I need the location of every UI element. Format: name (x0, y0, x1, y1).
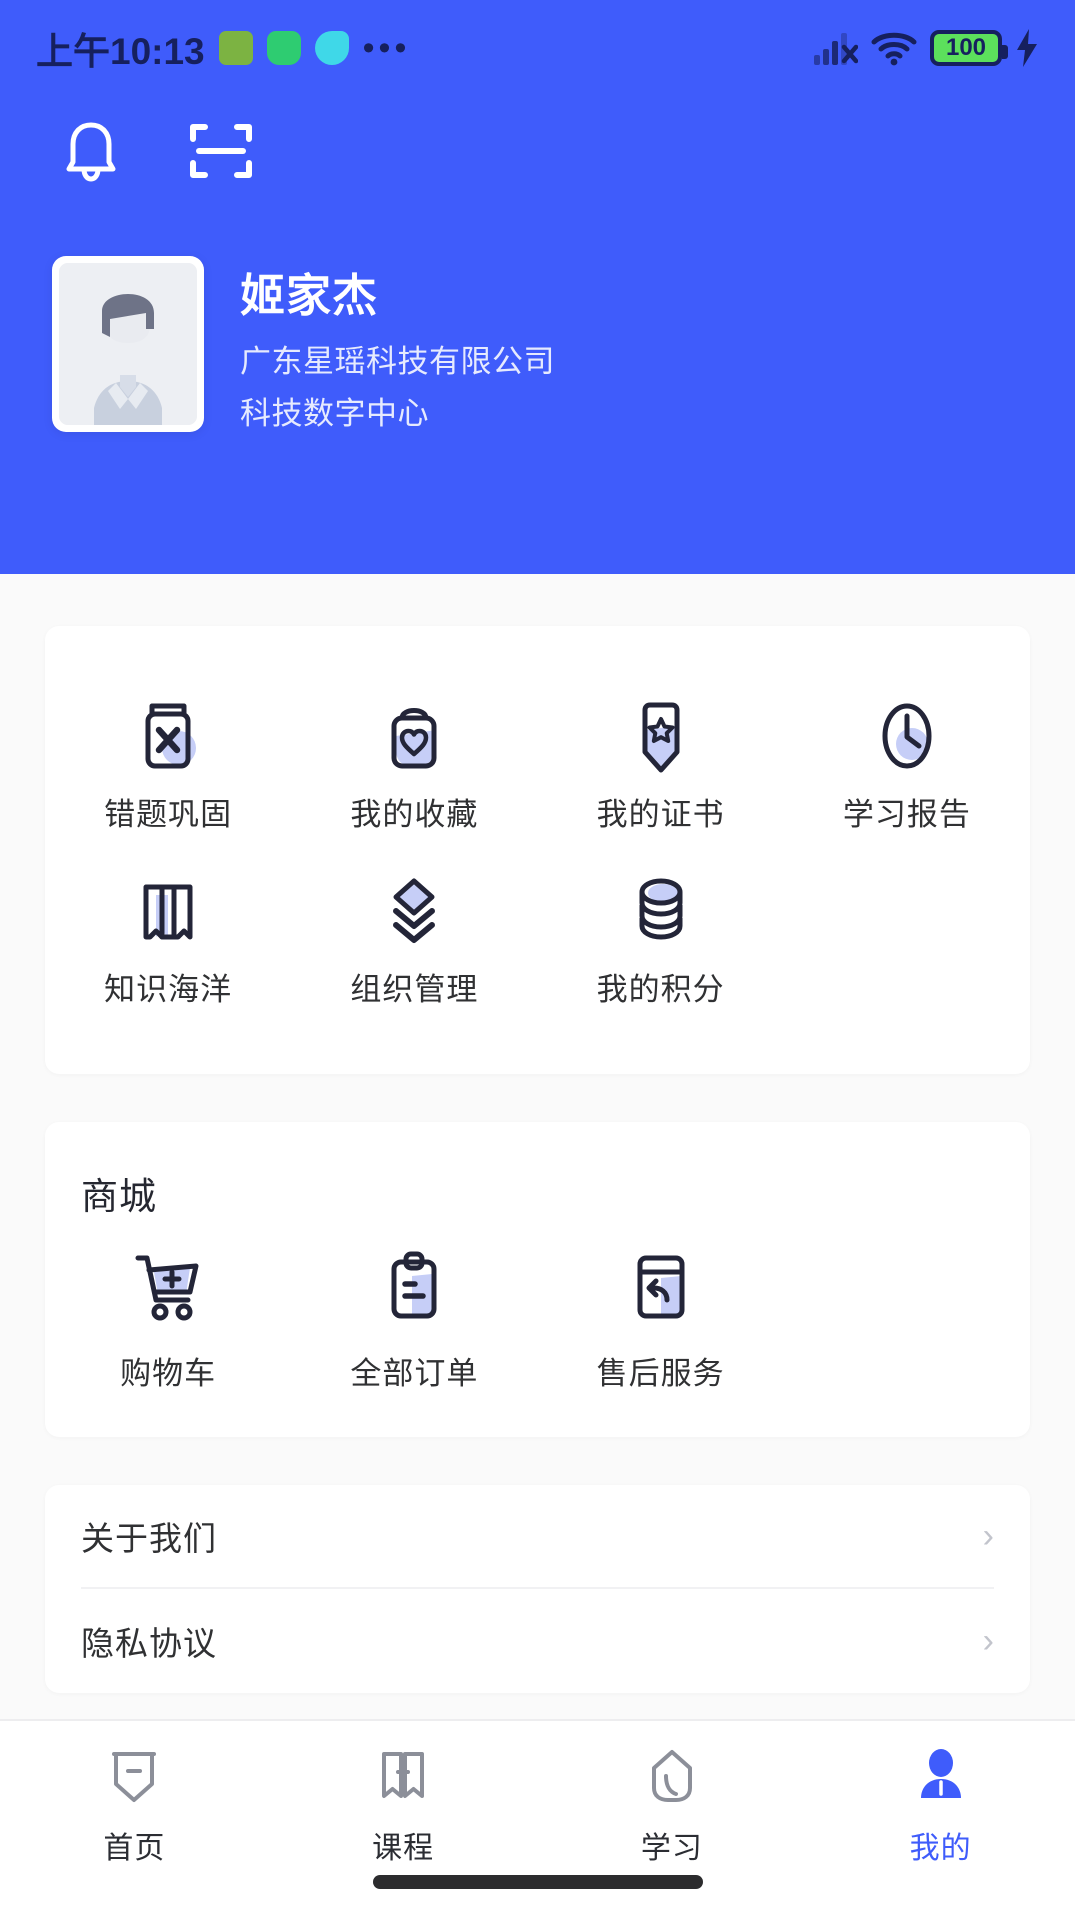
grid-label: 我的积分 (596, 972, 725, 1008)
profile-person-tab-icon (913, 1745, 969, 1807)
home-tab-icon (106, 1745, 162, 1807)
clock-report-icon (871, 696, 943, 774)
scan-qr-icon (190, 124, 252, 178)
scan-qr-button[interactable] (182, 112, 260, 190)
list-item-label: 隐私协议 (81, 1625, 217, 1663)
tab-label: 我的 (909, 1832, 972, 1865)
profile-company: 广东星瑶科技有限公司 (240, 344, 555, 380)
tab-profile[interactable]: 我的 (806, 1745, 1075, 1867)
shop-card: 商城 购物车 全部订单 售后服务 (45, 1122, 1030, 1438)
shop-item-cart[interactable]: 购物车 (45, 1248, 291, 1393)
grid-item-study-report[interactable]: 学习报告 (784, 678, 1030, 853)
shop-section-title: 商城 (81, 1176, 157, 1218)
default-user-avatar-icon (59, 263, 197, 425)
chevron-right-icon: › (982, 1622, 994, 1661)
profile-department: 科技数字中心 (240, 396, 429, 432)
study-tab-icon (644, 1745, 700, 1807)
profile-name: 姬家杰 (240, 270, 379, 321)
avatar[interactable] (52, 256, 204, 432)
coins-stack-icon (625, 871, 697, 949)
status-bar: 上午10:13 ••• 100 (0, 0, 1075, 96)
grid-item-knowledge-ocean[interactable]: 知识海洋 (45, 853, 291, 1028)
layers-org-icon (378, 871, 450, 949)
profile-block[interactable]: 姬家杰 广东星瑶科技有限公司 科技数字中心 (52, 256, 555, 438)
battery-icon: 100 (930, 30, 1008, 66)
more-dots-icon: ••• (362, 28, 411, 67)
header-action-icons (52, 112, 260, 190)
battery-level: 100 (945, 34, 987, 61)
grid-label: 错题巩固 (104, 797, 233, 832)
shop-label: 售后服务 (596, 1356, 725, 1392)
wifi-icon (871, 32, 917, 66)
status-bar-right: 100 (814, 29, 1039, 67)
page-content: 错题巩固 我的收藏 我的证书 学习报告 知识海洋 组织管理 我的积分 商城 购物… (0, 574, 1075, 1694)
list-item-about-us[interactable]: 关于我们 › (81, 1485, 994, 1590)
grid-label: 学习报告 (842, 797, 971, 832)
list-item-privacy-policy[interactable]: 隐私协议 › (81, 1589, 994, 1693)
shield-bolt-icon (266, 31, 301, 65)
quick-actions-card: 错题巩固 我的收藏 我的证书 学习报告 知识海洋 组织管理 我的积分 (45, 626, 1030, 1075)
grid-label: 组织管理 (350, 972, 479, 1008)
return-box-icon (623, 1248, 699, 1324)
grid-item-org-management[interactable]: 组织管理 (291, 853, 537, 1028)
grid-item-empty (784, 853, 1030, 1028)
avatar-image (59, 263, 197, 425)
tab-home[interactable]: 首页 (0, 1745, 269, 1867)
shop-grid: 购物车 全部订单 售后服务 (45, 1220, 1030, 1437)
grid-label: 我的证书 (596, 797, 725, 832)
tab-label: 首页 (103, 1832, 166, 1865)
leaf-icon (314, 31, 349, 65)
status-bar-left: 上午10:13 ••• (36, 21, 410, 75)
grid-item-my-points[interactable]: 我的积分 (538, 853, 784, 1028)
about-list-card: 关于我们 › 隐私协议 › (45, 1485, 1030, 1694)
shop-item-all-orders[interactable]: 全部订单 (291, 1248, 537, 1393)
profile-text: 姬家杰 广东星瑶科技有限公司 科技数字中心 (240, 256, 555, 438)
status-time: 上午10:13 (36, 31, 205, 72)
bell-icon (66, 122, 116, 182)
profile-header: 上午10:13 ••• 100 姬家杰 广东星瑶科技有限公司 科技数字中心 (0, 0, 1075, 574)
course-book-tab-icon (375, 1745, 431, 1807)
grid-label: 我的收藏 (350, 797, 479, 832)
wrong-question-icon (132, 696, 204, 774)
app-screen: 上午10:13 ••• 100 姬家杰 广东星瑶科技有限公司 科技数字中心 错题… (0, 0, 1075, 1915)
grid-item-my-favorites[interactable]: 我的收藏 (291, 678, 537, 853)
shop-label: 全部订单 (350, 1356, 479, 1392)
shopping-cart-icon (130, 1248, 206, 1324)
favorite-heart-icon (378, 696, 450, 774)
home-indicator (372, 1875, 703, 1889)
shop-item-after-sales[interactable]: 售后服务 (538, 1248, 784, 1393)
list-item-label: 关于我们 (81, 1520, 217, 1558)
grid-item-my-certificates[interactable]: 我的证书 (538, 678, 784, 853)
open-book-icon (132, 871, 204, 949)
notification-bell-button[interactable] (52, 112, 130, 190)
shop-item-empty (784, 1248, 1030, 1393)
bottom-tab-bar: 首页 课程 学习 我的 (0, 1719, 1075, 1915)
quick-actions-grid: 错题巩固 我的收藏 我的证书 学习报告 知识海洋 组织管理 我的积分 (45, 626, 1030, 1074)
tab-courses[interactable]: 课程 (269, 1745, 538, 1867)
tab-label: 学习 (640, 1832, 703, 1865)
tab-study[interactable]: 学习 (538, 1745, 807, 1867)
chevron-right-icon: › (982, 1517, 994, 1556)
certificate-badge-icon (625, 696, 697, 774)
about-list: 关于我们 › 隐私协议 › (45, 1485, 1030, 1693)
android-badge-icon (218, 31, 253, 65)
charging-bolt-icon (1017, 29, 1037, 67)
cellular-signal-off-icon (814, 33, 858, 65)
shop-label: 购物车 (120, 1356, 217, 1392)
grid-item-wrong-questions[interactable]: 错题巩固 (45, 678, 291, 853)
clipboard-order-icon (376, 1248, 452, 1324)
tab-label: 课程 (372, 1832, 435, 1865)
grid-label: 知识海洋 (104, 972, 233, 1008)
